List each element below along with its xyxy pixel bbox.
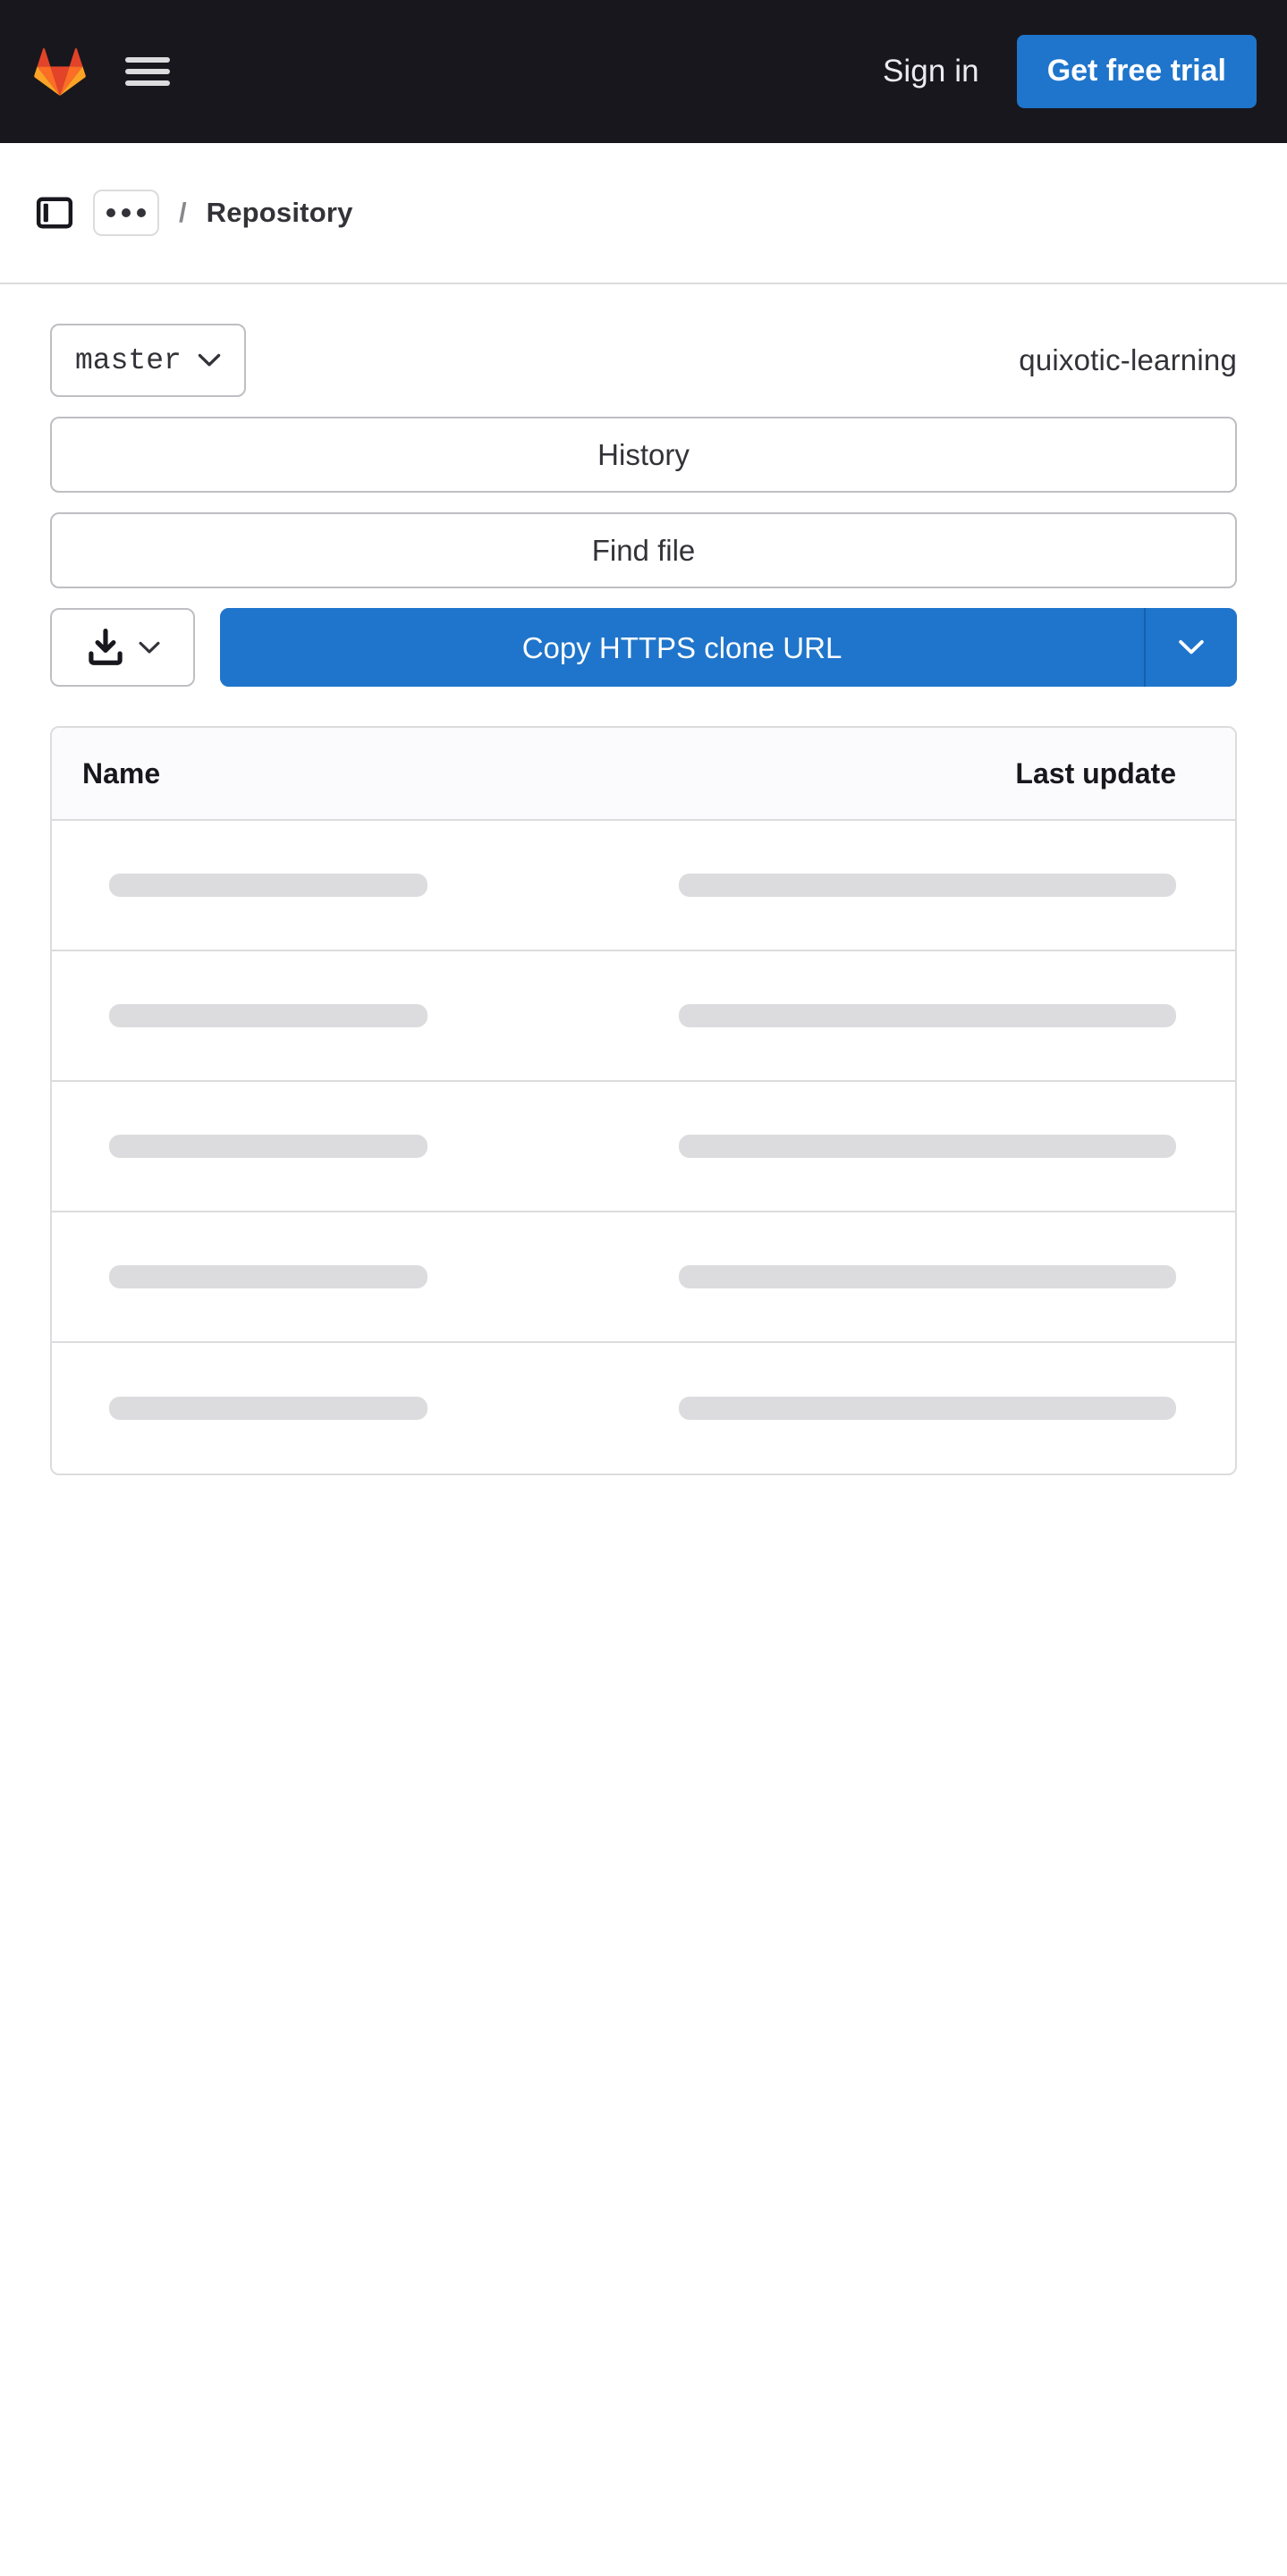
chevron-down-icon — [198, 353, 221, 367]
main-content: master quixotic-learning History Find fi… — [0, 284, 1287, 1475]
ellipsis-dot-3 — [137, 208, 146, 217]
table-row[interactable] — [52, 821, 1235, 951]
ellipsis-dot-2 — [122, 208, 131, 217]
sidebar-toggle-button[interactable] — [34, 192, 75, 233]
clone-actions-row: Copy HTTPS clone URL — [50, 608, 1237, 687]
navbar-right-group: Sign in Get free trial — [870, 35, 1257, 108]
sidebar-panel-icon — [36, 197, 73, 229]
repo-header-row: master quixotic-learning — [50, 324, 1237, 397]
skeleton-name-placeholder — [109, 1265, 428, 1288]
gitlab-logo-link[interactable] — [34, 46, 86, 97]
skeleton-last-update-placeholder — [679, 1397, 1176, 1420]
skeleton-name-placeholder — [109, 1135, 428, 1158]
column-header-name: Name — [82, 756, 161, 790]
hamburger-bar-1 — [125, 57, 170, 63]
skeleton-name-placeholder — [109, 874, 428, 897]
table-row[interactable] — [52, 1212, 1235, 1343]
skeleton-name-placeholder — [109, 1004, 428, 1027]
repository-file-table: Name Last update — [50, 726, 1237, 1475]
copy-https-clone-url-button[interactable]: Copy HTTPS clone URL — [220, 608, 1144, 687]
hamburger-menu-button[interactable] — [125, 55, 170, 89]
table-row[interactable] — [52, 1343, 1235, 1474]
breadcrumb-bar: / Repository — [0, 143, 1287, 284]
navbar-left-group — [34, 46, 170, 97]
table-header-row: Name Last update — [52, 728, 1235, 821]
top-navbar: Sign in Get free trial — [0, 0, 1287, 143]
download-source-button[interactable] — [50, 608, 195, 687]
branch-selector-button[interactable]: master — [50, 324, 246, 397]
sign-in-link[interactable]: Sign in — [870, 46, 992, 97]
download-icon — [89, 629, 123, 665]
history-button[interactable]: History — [50, 417, 1237, 493]
branch-name-label: master — [75, 343, 182, 377]
chevron-down-icon — [1179, 639, 1204, 655]
breadcrumb-item-repository[interactable]: Repository — [207, 197, 353, 229]
chevron-down-icon — [139, 641, 160, 654]
table-row[interactable] — [52, 1082, 1235, 1212]
find-file-button[interactable]: Find file — [50, 512, 1237, 588]
table-row[interactable] — [52, 951, 1235, 1082]
clone-url-dropdown-button[interactable] — [1144, 608, 1237, 687]
breadcrumb-separator: / — [179, 197, 187, 228]
hamburger-bar-3 — [125, 80, 170, 86]
repository-name-label: quixotic-learning — [1019, 343, 1237, 376]
gitlab-tanuki-logo-icon — [34, 47, 86, 97]
ellipsis-dot-1 — [106, 208, 115, 217]
skeleton-last-update-placeholder — [679, 1265, 1176, 1288]
skeleton-name-placeholder — [109, 1397, 428, 1420]
column-header-last-update: Last update — [1015, 756, 1176, 790]
clone-url-split-button: Copy HTTPS clone URL — [220, 608, 1237, 687]
skeleton-last-update-placeholder — [679, 874, 1176, 897]
skeleton-last-update-placeholder — [679, 1004, 1176, 1027]
hamburger-bar-2 — [125, 69, 170, 74]
breadcrumb-overflow-button[interactable] — [93, 190, 159, 236]
skeleton-last-update-placeholder — [679, 1135, 1176, 1158]
get-free-trial-button[interactable]: Get free trial — [1016, 35, 1257, 108]
